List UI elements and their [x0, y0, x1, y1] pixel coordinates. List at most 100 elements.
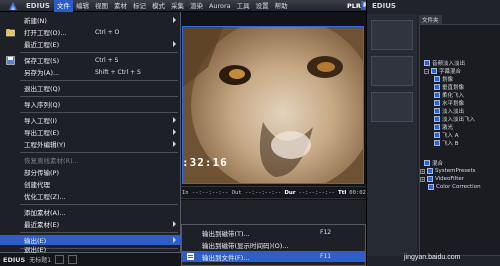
menu-file[interactable]: 文件 [53, 0, 73, 12]
submenu-arrow-icon [173, 17, 176, 23]
edius-logo-icon [0, 0, 26, 12]
menu-item-add-clip[interactable]: 添加素材(A)... [0, 207, 181, 217]
timecode-overlay: :32:16 [182, 156, 228, 169]
effects-tree: 音频淡入淡出 − 字幕混合 划像 垂直划像 柔化飞入 水平划像 淡入淡出 淡入淡出… [419, 24, 500, 256]
menu-tools[interactable]: 工具 [234, 0, 253, 12]
submenu-item-output-tape[interactable]: 输出到磁带(T)... F12 [182, 227, 365, 238]
effect-icon [434, 132, 440, 138]
effect-icon [424, 60, 430, 66]
menu-item-import-project[interactable]: 导入工程(I) [0, 115, 181, 125]
menu-item-import-sequence[interactable]: 导入序列(Q) [0, 99, 181, 109]
tree-item[interactable]: 柔化飞入 [420, 91, 500, 99]
menu-edit[interactable]: 编辑 [73, 0, 92, 12]
submenu-item-output-file[interactable]: 输出到文件(F)... F11 [182, 251, 365, 262]
submenu-arrow-icon [173, 117, 176, 123]
tree-item[interactable]: 激光 [420, 123, 500, 131]
effect-icon [434, 100, 440, 106]
menu-help[interactable]: 帮助 [272, 0, 291, 12]
tree-item[interactable]: Color Correction [420, 183, 500, 191]
menu-item-create-proxy[interactable]: 创建代理 [0, 179, 181, 189]
menu-capture[interactable]: 采集 [168, 0, 187, 12]
output-file-icon [187, 253, 194, 260]
tree-item[interactable]: 淡入淡出 [420, 107, 500, 115]
file-menu-dropdown: 新建(N) 打开工程(O)... Ctrl + O 最近工程(E) 保存工程(S)… [0, 12, 181, 253]
menu-separator [20, 152, 178, 153]
menu-item-open-project[interactable]: 打开工程(O)... Ctrl + O [0, 27, 181, 37]
tree-item[interactable]: 混合 [420, 159, 500, 167]
menu-item-restore-offline: 恢复离线素材(R)... [24, 157, 79, 165]
menu-marker[interactable]: 标记 [130, 0, 149, 12]
status-button[interactable] [55, 255, 65, 264]
submenu-arrow-icon [173, 221, 176, 227]
dur-value: --:--:--:-- [298, 189, 335, 196]
collapse-icon[interactable]: − [424, 68, 429, 74]
effect-icon [434, 124, 440, 130]
menu-separator [20, 52, 178, 53]
thumbnail[interactable] [371, 92, 413, 122]
tree-item[interactable]: 飞入 B [420, 139, 500, 147]
submenu-arrow-icon [173, 237, 176, 243]
project-name: 无标题1 [29, 257, 52, 264]
tree-item[interactable]: − 字幕混合 [420, 67, 500, 75]
menu-mode[interactable]: 模式 [149, 0, 168, 12]
menu-separator [20, 112, 178, 113]
menu-item-external-edit[interactable]: 工程外编辑(Y) [0, 139, 181, 149]
expand-icon[interactable]: + [420, 176, 425, 182]
tree-item[interactable]: 水平划像 [420, 99, 500, 107]
menu-item-recent-projects[interactable]: 最近工程(E) [0, 39, 181, 49]
menu-settings[interactable]: 设置 [253, 0, 272, 12]
effect-icon [424, 160, 430, 166]
thumbnail[interactable] [371, 56, 413, 86]
effect-icon [434, 92, 440, 98]
tree-item[interactable]: 飞入 A [420, 131, 500, 139]
menu-separator [20, 204, 178, 205]
menu-item-export-project[interactable]: 导出工程(E) [0, 127, 181, 137]
menu-item-recent-clips[interactable]: 最近素材(E) [0, 219, 181, 229]
effect-icon [434, 84, 440, 90]
submenu-arrow-icon [173, 129, 176, 135]
tree-item[interactable]: 音频淡入淡出 [420, 59, 500, 67]
dur-label: Dur [284, 189, 296, 196]
plr-label[interactable]: PLR [347, 2, 361, 10]
menu-render[interactable]: 渲染 [187, 0, 206, 12]
effect-icon [434, 108, 440, 114]
menu-aurora[interactable]: Aurora [206, 0, 234, 12]
menu-separator [20, 232, 178, 233]
expand-icon[interactable]: + [420, 168, 425, 174]
menu-item-partial-transfer[interactable]: 部分传输(P) [0, 167, 181, 177]
effects-panel: EDIUS 文件夹 音频淡入淡出 − 字幕混合 划像 垂直划像 柔化飞入 水平划像… [366, 0, 500, 266]
menu-item-new[interactable]: 新建(N) [0, 15, 181, 25]
thumbnail[interactable] [371, 20, 413, 50]
menu-item-save-project[interactable]: 保存工程(S) Ctrl + S [0, 55, 181, 65]
tree-item[interactable]: 淡入淡出飞入 [420, 115, 500, 123]
effect-icon [434, 116, 440, 122]
folder-icon [427, 176, 433, 182]
output-submenu: 输出到磁带(T)... F12 输出到磁带(显示时间码)(O)... 输出到文件(… [181, 224, 366, 266]
menu-clip[interactable]: 素材 [111, 0, 130, 12]
tree-item[interactable]: + VideoFilter [420, 175, 500, 183]
folder-icon [427, 168, 433, 174]
playback-controls [180, 200, 366, 226]
ttl-label: Ttl [337, 189, 347, 196]
watermark: jingyan.baidu.com [404, 254, 461, 261]
menu-separator [20, 80, 178, 81]
submenu-item-output-tape-timecode[interactable]: 输出到磁带(显示时间码)(O)... [182, 239, 365, 250]
submenu-arrow-icon [173, 141, 176, 147]
app-name: EDIUS [26, 1, 50, 10]
menu-item-optimize-project[interactable]: 优化工程(Z)... [0, 191, 181, 201]
menu-separator [20, 96, 178, 97]
menu-item-save-as[interactable]: 另存为(A)... Shift + Ctrl + S [0, 67, 181, 78]
effect-icon [431, 68, 437, 74]
tree-item[interactable]: 划像 [420, 75, 500, 83]
effect-icon [434, 76, 440, 82]
menu-view[interactable]: 视图 [92, 0, 111, 12]
menu-item-exit-project[interactable]: 退出工程(Q) [0, 83, 181, 93]
status-button[interactable] [68, 255, 78, 264]
tree-item[interactable]: + SystemPresets [420, 167, 500, 175]
panel-side-strip [367, 14, 417, 256]
tree-item[interactable]: 垂直划像 [420, 83, 500, 91]
in-out-readout: In --:--:--:-- Out --:--:--:-- [182, 189, 282, 196]
effect-icon [434, 140, 440, 146]
effect-icon [428, 184, 434, 190]
timecode-bar: In --:--:--:-- Out --:--:--:-- Dur --:--… [180, 186, 386, 199]
